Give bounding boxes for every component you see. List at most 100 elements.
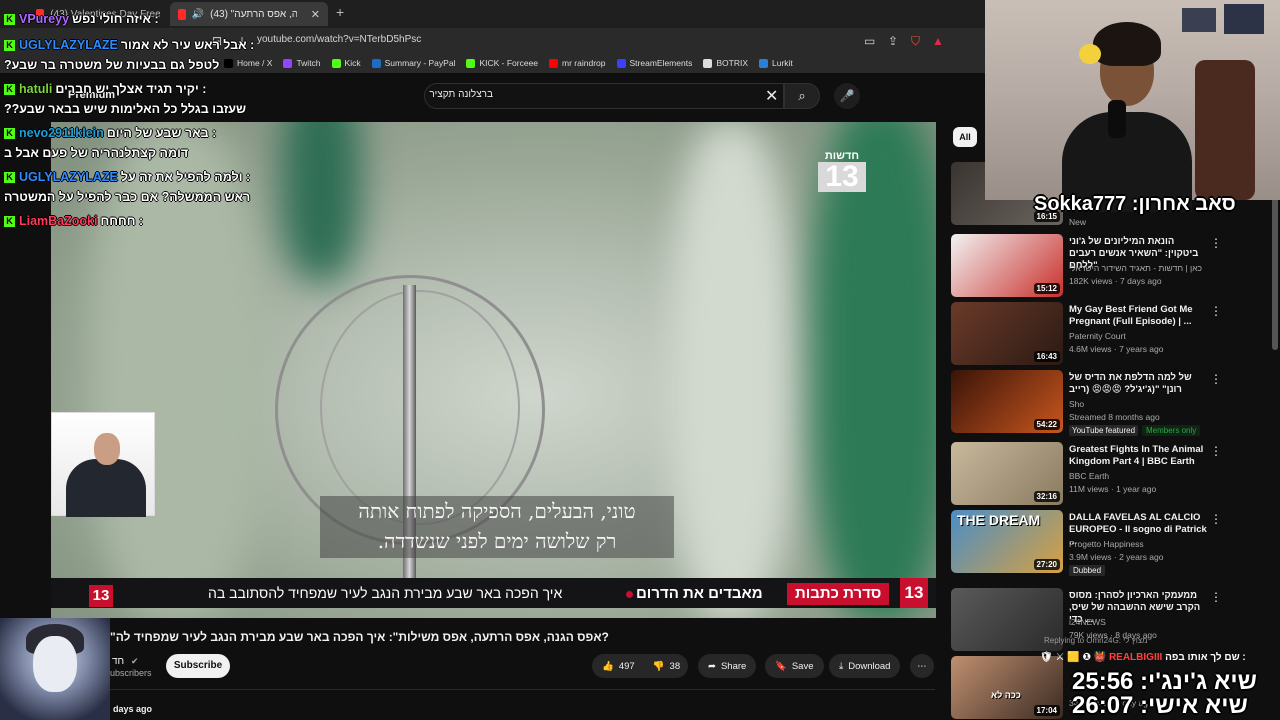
download-button[interactable]: ⤓ Download [829, 654, 901, 678]
kick-icon [466, 58, 476, 68]
chat-text: : ולמה להפיל את זה על [120, 170, 251, 184]
chat-username: UGLYLAZYLAZE [19, 170, 118, 184]
dislike-count[interactable]: 38 [670, 661, 681, 672]
video-duration: 16:43 [1033, 351, 1060, 362]
bookmark-icon: 🔖 [775, 660, 787, 672]
more-options-icon[interactable]: ⋮ [1210, 512, 1222, 526]
brave-shield-icon[interactable]: ⛉ [911, 34, 920, 49]
bookmark-label: mr raindrop [562, 58, 606, 68]
youtube-favicon-icon [178, 8, 186, 20]
save-button[interactable]: 🔖 Save [765, 654, 824, 678]
download-icon: ⤓ [839, 660, 844, 672]
reply-context: Replying to Omri24G: מצוץ לי [1044, 636, 1148, 645]
recommended-thumbnail[interactable]: ככה לא 17:04 [951, 656, 1063, 719]
recommended-title[interactable]: My Gay Best Friend Got Me Pregnant (Full… [1069, 304, 1207, 328]
chat-message-line: K VPureyy: איזה חולי נפש [4, 12, 159, 26]
bookmark-label: Kick [344, 58, 361, 68]
download-label: Download [848, 660, 891, 672]
video-duration: 32:16 [1033, 491, 1060, 502]
sign-language-interpreter [51, 412, 155, 517]
bookmark-item[interactable]: mr raindrop [549, 58, 606, 68]
bookmark-label: StreamElements [629, 58, 693, 68]
bookmark-item[interactable]: Lurkit [759, 58, 793, 68]
chat-text: לטפל גם בבעיות של משטרה בר שבע? [4, 58, 220, 72]
recommended-channel[interactable]: i24NEWS [1069, 617, 1106, 628]
recommended-thumbnail[interactable]: THE DREAM 27:20 [951, 510, 1063, 573]
bookmark-item[interactable]: KICK - Forceee [466, 58, 538, 68]
more-options-icon[interactable]: ⋮ [1210, 590, 1222, 604]
recommended-title[interactable]: Greatest Fights In The Animal Kingdom Pa… [1069, 444, 1207, 468]
bookmark-item[interactable]: BOTRIX [703, 58, 748, 68]
bookmark-item[interactable]: Summary - PayPal [371, 58, 455, 68]
subtitles: טוני, הבעלים, הספיקה לפתוח אותה רק שלושה… [320, 496, 674, 558]
microphone-icon: 🎤 [839, 89, 855, 103]
chat-text: שעזבו בגלל כל האלימות שיש בבאר שבע?? [4, 102, 247, 116]
channel-name[interactable]: חד [112, 656, 124, 667]
recommended-thumbnail[interactable]: 54:22 [951, 370, 1063, 433]
recommended-thumbnail[interactable]: 32:16 [951, 442, 1063, 505]
streamelements-icon [616, 58, 626, 68]
recommended-stats: Streamed 8 months ago [1069, 412, 1160, 422]
video-title: ?אפס הגנה, אפס הרתעה, אפס משילות": איך ה… [110, 630, 609, 644]
latest-sub-overlay: סאב אחרון: Sokka777 [1034, 193, 1236, 215]
youtube-featured-badge: YouTube featured [1069, 425, 1139, 436]
more-actions-button[interactable]: ⋯ [910, 654, 934, 678]
search-query: ברצלונה תקציר [429, 89, 493, 100]
recommended-thumbnail[interactable]: 16:43 [951, 302, 1063, 365]
thumbnail-text: THE DREAM [957, 512, 1041, 528]
more-options-icon[interactable]: ⋮ [1210, 372, 1222, 386]
bookmark-item[interactable]: Home / X [224, 58, 272, 68]
bookmark-label: Home / X [237, 58, 273, 68]
new-tab-button[interactable]: + [336, 4, 344, 20]
close-tab-icon[interactable]: ✕ [311, 8, 320, 21]
microphone [1108, 100, 1126, 138]
chat-message-line: שעזבו בגלל כל האלימות שיש בבאר שבע?? [4, 102, 246, 116]
search-button[interactable]: ⌕ [784, 83, 820, 109]
recommended-channel[interactable]: BBC Earth [1069, 471, 1109, 482]
wall-poster [1182, 8, 1216, 32]
cast-icon[interactable]: ▭ [864, 34, 875, 48]
voice-search-button[interactable]: 🎤 [834, 83, 860, 109]
share-page-icon[interactable]: ⇪ [888, 34, 898, 48]
chat-text: : איזה חולי נפש [72, 12, 159, 26]
kick-badge-icon: K [4, 128, 15, 139]
bookmark-item[interactable]: Twitch [283, 58, 321, 68]
recommended-channel[interactable]: Sho [1069, 399, 1084, 410]
recommended-channel[interactable]: Paternity Court [1069, 331, 1126, 342]
subscribe-button[interactable]: Subscribe [166, 654, 230, 678]
share-icon: ➦ [708, 660, 716, 672]
interpreter-head [94, 433, 120, 465]
recommended-channel[interactable]: Progetto Happiness [1069, 539, 1144, 550]
video-duration: 54:22 [1033, 419, 1060, 430]
twitch-icon [283, 58, 293, 68]
news-section-title: מאבדים את הדרום [636, 585, 763, 602]
lurkit-icon [759, 58, 768, 68]
filter-chip-all[interactable]: All [953, 127, 977, 147]
like-icon[interactable]: 👍 [602, 661, 614, 672]
more-options-icon[interactable]: ⋮ [1210, 304, 1222, 318]
clear-search-icon[interactable]: ✕ [765, 86, 778, 106]
more-options-icon[interactable]: ⋮ [1210, 236, 1222, 250]
chat-text: : באר שבע של היום [106, 126, 217, 140]
recommended-thumbnail[interactable]: 15:12 [951, 234, 1063, 297]
bookmark-item[interactable]: StreamElements [616, 58, 693, 68]
recommended-stats: 11M views · 1 year ago [1069, 484, 1157, 494]
bookmark-item[interactable]: Kick [331, 58, 361, 68]
record-timer-personal: שיא אישי: 26:07 [1072, 692, 1248, 719]
brave-rewards-icon[interactable]: ▲ [932, 34, 944, 48]
recommended-channel[interactable]: כאן | חדשות - תאגיד השידור הישראלי [1069, 263, 1202, 274]
share-button[interactable]: ➦ Share [698, 654, 757, 678]
more-options-icon[interactable]: ⋮ [1210, 444, 1222, 458]
recommended-title[interactable]: של למה הדלפת את הדיס של רונן" "(ג'יג'ל? … [1069, 372, 1207, 396]
like-count[interactable]: 497 [619, 661, 635, 672]
tab-current-video[interactable]: 🔊 (43) "אפס הגנה, אפס הרתעה ✕ [170, 2, 328, 26]
url-field[interactable]: youtube.com/watch?v=NTerbD5hPsc [257, 34, 421, 45]
x-icon [224, 58, 233, 68]
bookmark-label: KICK - Forceee [479, 58, 539, 68]
botrix-icon [703, 58, 713, 68]
chat-username: hatuli [19, 82, 53, 96]
chat-message-line: ראש הממשלה? אם כבר להפיל על המשטרה [4, 190, 250, 204]
watermark-number: 13 [818, 162, 866, 192]
search-input[interactable]: ברצלונה תקציר ✕ [424, 83, 784, 109]
dislike-icon[interactable]: 👎 [653, 661, 665, 672]
